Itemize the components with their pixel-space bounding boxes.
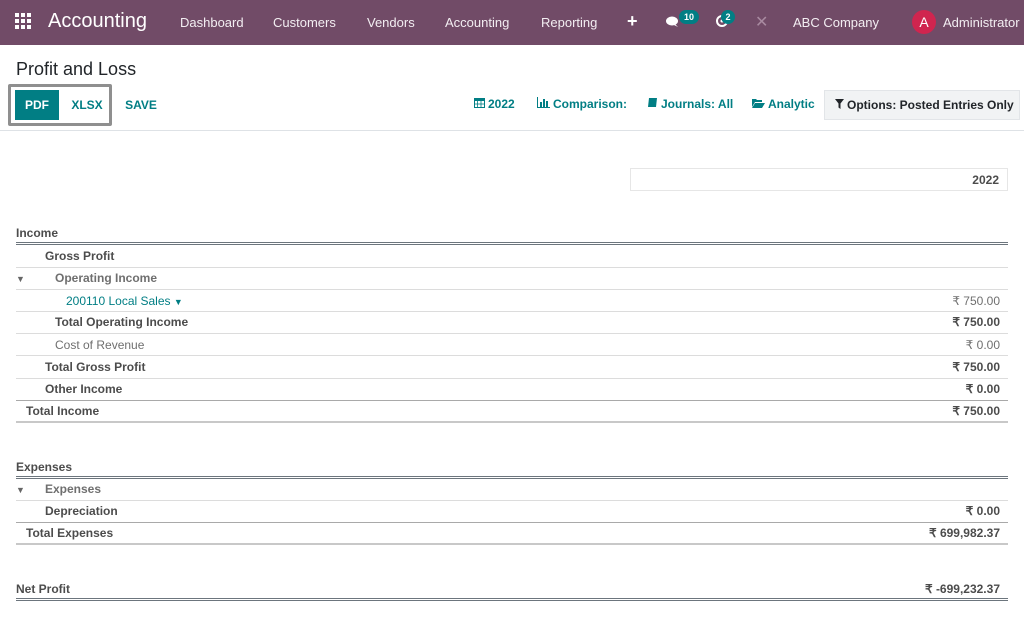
date-filter-label: 2022 <box>488 97 515 111</box>
collapse-caret-icon[interactable]: ▼ <box>16 480 25 501</box>
line-label: Total Expenses <box>26 526 114 540</box>
analytic-filter-label: Analytic <box>768 97 815 111</box>
filter-funnel-icon <box>835 91 844 119</box>
line-amount: ₹ 750.00 <box>952 404 1000 418</box>
app-brand[interactable]: Accounting <box>48 10 147 33</box>
options-filter-label: Options: Posted Entries Only <box>847 98 1014 112</box>
line-label: Total Income <box>26 404 100 418</box>
save-button[interactable]: SAVE <box>118 90 164 120</box>
line-amount: ₹ 750.00 <box>952 294 1000 308</box>
report-line-total-gross-profit: Total Gross Profit ₹ 750.00 <box>16 357 1008 379</box>
line-label: Total Operating Income <box>55 315 189 329</box>
debug-tools-icon[interactable]: ✕ <box>755 12 768 32</box>
dropdown-caret-icon: ▼ <box>173 297 183 307</box>
report-line-total-operating-income: Total Operating Income ₹ 750.00 <box>16 312 1008 334</box>
analytic-filter[interactable]: Analytic <box>752 97 815 111</box>
options-filter-button[interactable]: Options: Posted Entries Only <box>824 90 1020 120</box>
line-amount: ₹ 699,982.37 <box>928 526 1000 540</box>
date-filter[interactable]: 2022 <box>474 97 515 111</box>
user-menu[interactable]: Administrator <box>943 15 1020 30</box>
app-menu-grid-icon[interactable] <box>15 13 33 31</box>
collapse-caret-icon[interactable]: ▼ <box>16 269 25 290</box>
calendar-icon <box>474 97 485 111</box>
menu-accounting[interactable]: Accounting <box>445 15 509 30</box>
line-label: Expenses <box>45 482 102 496</box>
page-title: Profit and Loss <box>16 59 137 79</box>
comparison-filter-label: Comparison: <box>553 97 628 111</box>
report-line-account-local-sales: 200110 Local Sales ▼ ₹ 750.00 <box>16 290 1008 312</box>
account-link-local-sales[interactable]: 200110 Local Sales ▼ <box>66 290 183 313</box>
menu-dashboard[interactable]: Dashboard <box>180 15 244 30</box>
top-navbar: Accounting Dashboard Customers Vendors A… <box>0 0 1024 45</box>
line-label: Cost of Revenue <box>55 338 145 352</box>
company-switcher[interactable]: ABC Company <box>793 15 879 30</box>
line-amount: ₹ 0.00 <box>965 382 1000 396</box>
report-line-total-expenses: Total Expenses ₹ 699,982.37 <box>16 523 1008 545</box>
line-label: Other Income <box>45 382 123 396</box>
control-panel-divider <box>0 130 1024 131</box>
line-label: Depreciation <box>45 504 118 518</box>
pdf-button[interactable]: PDF <box>15 90 59 120</box>
activity-count-badge: 2 <box>721 10 735 24</box>
line-amount: ₹ 750.00 <box>952 315 1000 329</box>
line-label: Expenses <box>16 460 73 474</box>
report-line-depreciation: Depreciation ₹ 0.00 <box>16 501 1008 523</box>
plus-icon[interactable]: + <box>627 11 638 32</box>
chat-count-badge: 10 <box>679 10 700 24</box>
report-section-expenses: Expenses <box>16 457 1008 479</box>
report-line-total-income: Total Income ₹ 750.00 <box>16 401 1008 423</box>
folder-open-icon <box>752 97 765 111</box>
user-avatar[interactable]: A <box>912 10 936 34</box>
report-line-net-profit: Net Profit ₹ -699,232.37 <box>16 579 1008 601</box>
line-label: Gross Profit <box>45 249 115 263</box>
report-line-expenses-group[interactable]: ▼ Expenses <box>16 479 1008 501</box>
menu-vendors[interactable]: Vendors <box>367 15 415 30</box>
journals-filter[interactable]: Journals: All <box>647 97 733 111</box>
line-amount: ₹ -699,232.37 <box>924 582 1000 596</box>
line-amount: ₹ 750.00 <box>952 360 1000 374</box>
bar-chart-icon <box>537 97 550 111</box>
chat-icon[interactable] <box>666 15 680 27</box>
line-amount: ₹ 0.00 <box>965 504 1000 518</box>
comparison-filter[interactable]: Comparison: <box>537 97 627 111</box>
journals-filter-label: Journals: All <box>661 97 734 111</box>
column-header-2022: 2022 <box>630 168 1008 191</box>
xlsx-button[interactable]: XLSX <box>62 90 112 120</box>
line-label: Total Gross Profit <box>45 360 146 374</box>
line-label: Income <box>16 226 59 240</box>
report-line-gross-profit: Gross Profit <box>16 246 1008 268</box>
menu-customers[interactable]: Customers <box>273 15 336 30</box>
report-section-income: Income <box>16 223 1008 245</box>
book-icon <box>647 97 658 111</box>
menu-reporting[interactable]: Reporting <box>541 15 597 30</box>
line-label: Net Profit <box>16 582 70 596</box>
report-line-cost-of-revenue: Cost of Revenue ₹ 0.00 <box>16 334 1008 356</box>
line-amount: ₹ 0.00 <box>965 338 1000 352</box>
line-label: Operating Income <box>55 271 158 285</box>
report-line-operating-income[interactable]: ▼ Operating Income <box>16 268 1008 290</box>
report-line-other-income: Other Income ₹ 0.00 <box>16 379 1008 401</box>
